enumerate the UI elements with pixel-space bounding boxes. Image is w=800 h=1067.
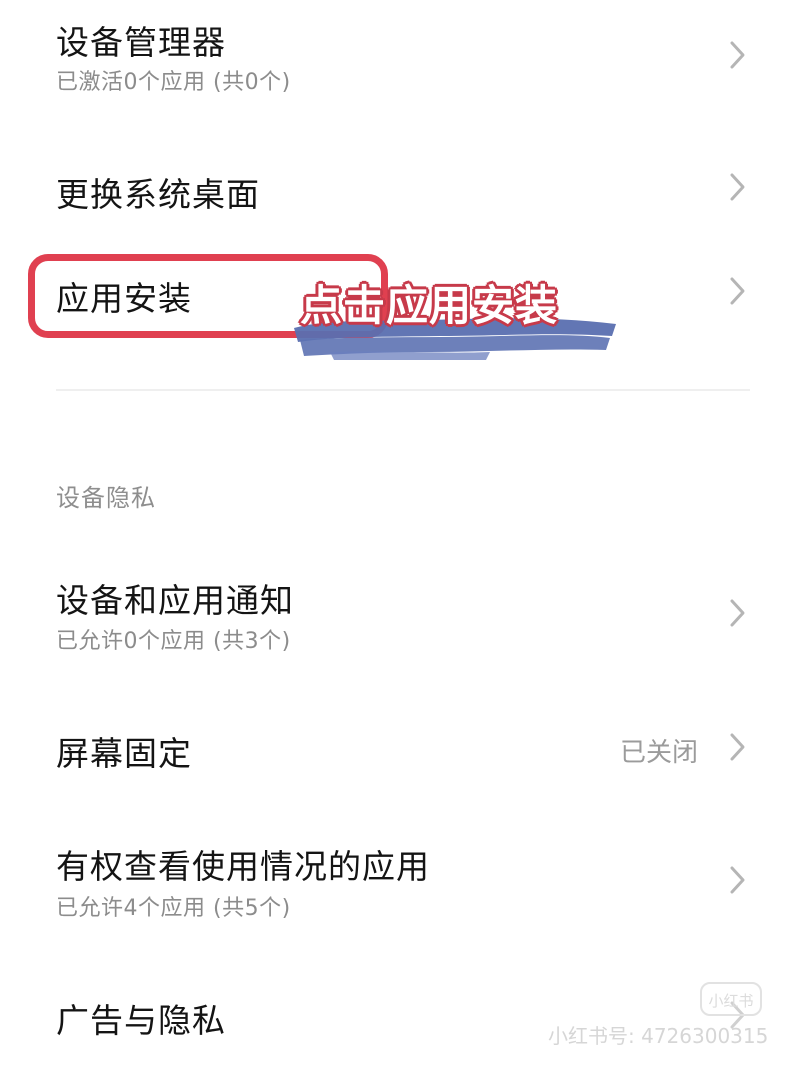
chevron-right-icon [724,274,750,308]
settings-item-device-manager[interactable]: 设备管理器 已激活0个应用 (共0个) [0,0,800,120]
item-title: 更换系统桌面 [56,175,260,214]
item-value: 已关闭 [620,738,699,768]
settings-item-usage-access[interactable]: 有权查看使用情况的应用 已允许4个应用 (共5个) [0,830,800,950]
item-subtitle: 已激活0个应用 (共0个) [56,70,291,95]
chevron-right-icon [724,596,750,630]
chevron-right-icon [724,730,750,764]
section-header-device-privacy: 设备隐私 [56,484,156,512]
settings-item-change-launcher[interactable]: 更换系统桌面 [0,120,800,240]
item-title: 广告与隐私 [56,1001,226,1040]
chevron-right-icon [724,863,750,897]
chevron-right-icon [724,38,750,72]
item-subtitle: 已允许0个应用 (共3个) [56,629,291,654]
settings-item-device-app-notifications[interactable]: 设备和应用通知 已允许0个应用 (共3个) [0,560,800,680]
chevron-right-icon [724,170,750,204]
item-title: 有权查看使用情况的应用 [56,847,430,886]
section-divider [56,389,750,391]
settings-item-ads-privacy[interactable]: 广告与隐私 [0,970,800,1067]
settings-screen: 设备管理器 已激活0个应用 (共0个) 更换系统桌面 应用安装 点击应用安装 设… [0,0,800,1067]
settings-item-screen-pinning[interactable]: 屏幕固定 已关闭 [0,690,800,800]
item-subtitle: 已允许4个应用 (共5个) [56,896,291,921]
watermark-text: 小红书号: 4726300315 [548,1024,769,1048]
item-title: 设备管理器 [56,23,226,62]
item-title: 设备和应用通知 [56,581,294,620]
watermark-logo: 小红书 [700,982,762,1016]
annotation-label: 点击应用安装 [300,281,559,330]
item-title: 屏幕固定 [56,734,192,773]
